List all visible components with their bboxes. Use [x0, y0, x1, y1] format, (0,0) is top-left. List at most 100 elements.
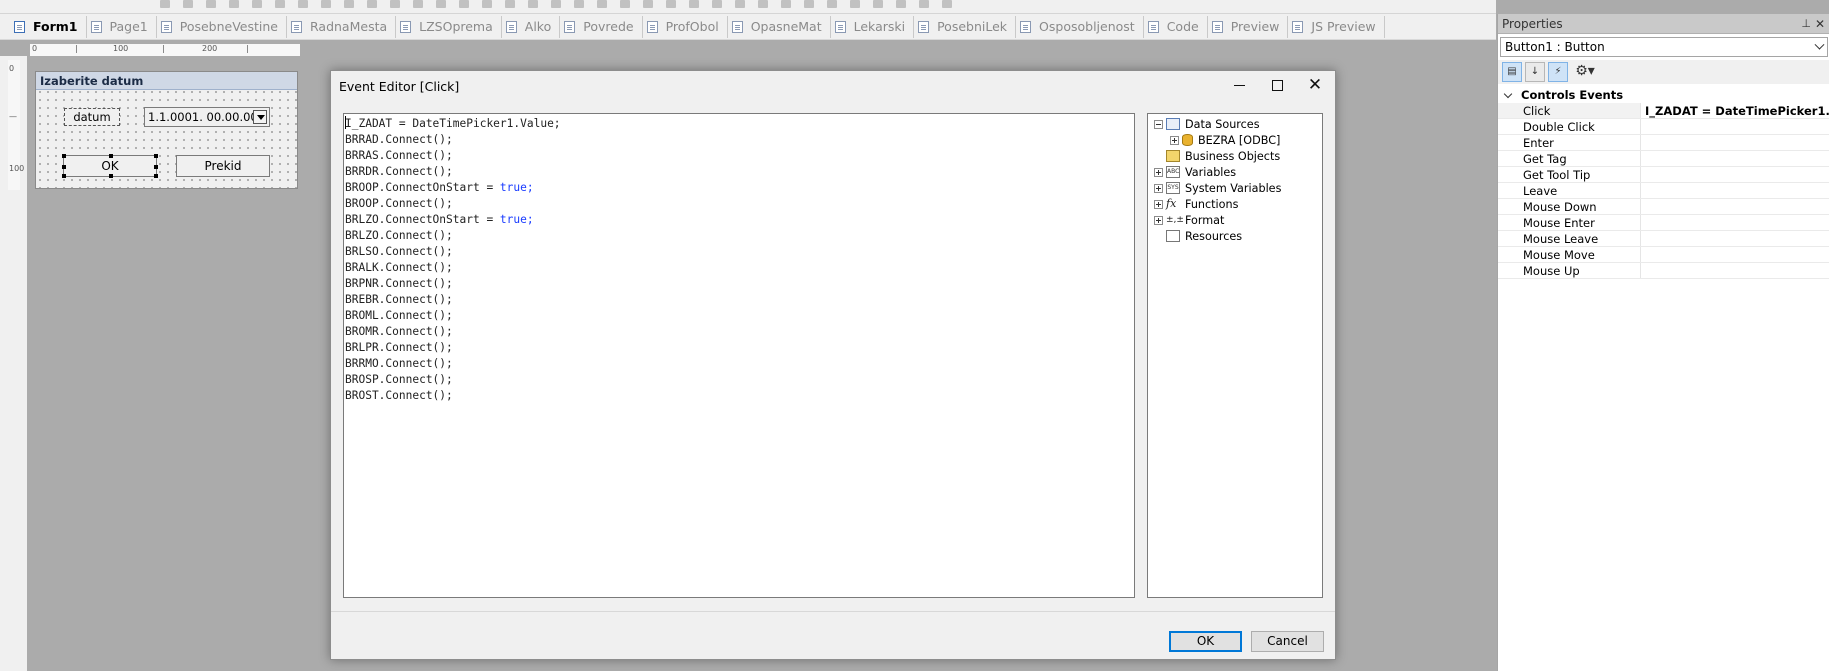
toolbar-icon[interactable]	[413, 0, 423, 8]
tree-node-resources[interactable]: Resources	[1148, 228, 1322, 244]
toolbar-icon[interactable]	[827, 0, 837, 8]
toolbar-icon[interactable]	[620, 0, 630, 8]
property-row-mouse-down[interactable]: Mouse Down	[1498, 199, 1829, 215]
toolbar-icon[interactable]	[206, 0, 216, 8]
property-row-enter[interactable]: Enter	[1498, 135, 1829, 151]
toolbar-icon[interactable]	[689, 0, 699, 8]
property-row-mouse-leave[interactable]: Mouse Leave	[1498, 231, 1829, 247]
toolbar-icon[interactable]	[298, 0, 308, 8]
property-row-mouse-enter[interactable]: Mouse Enter	[1498, 215, 1829, 231]
toolbar-icon[interactable]	[229, 0, 239, 8]
property-value[interactable]	[1641, 263, 1829, 278]
toolbar-icon[interactable]	[459, 0, 469, 8]
toolbar-icon[interactable]	[505, 0, 515, 8]
dropdown-arrow-icon[interactable]	[253, 110, 267, 124]
maximize-button[interactable]	[1263, 75, 1291, 97]
toolbar-icon[interactable]	[482, 0, 492, 8]
toolbar-icon[interactable]	[344, 0, 354, 8]
tab-posebnilek[interactable]: PosebniLek	[914, 15, 1017, 38]
sort-alphabetical-icon[interactable]: ↓	[1525, 62, 1545, 82]
expand-icon[interactable]	[1170, 135, 1179, 145]
property-row-leave[interactable]: Leave	[1498, 183, 1829, 199]
object-selector[interactable]: Button1 : Button	[1500, 37, 1828, 57]
property-value[interactable]	[1641, 247, 1829, 262]
toolbar-icon[interactable]	[758, 0, 768, 8]
tree-node-bezra-odbc[interactable]: BEZRA [ODBC]	[1148, 132, 1322, 148]
property-value[interactable]	[1641, 119, 1829, 134]
toolbar-icon[interactable]	[850, 0, 860, 8]
selection-handle[interactable]	[109, 174, 113, 178]
tree-node-functions[interactable]: fx Functions	[1148, 196, 1322, 212]
property-row-get-tool-tip[interactable]: Get Tool Tip	[1498, 167, 1829, 183]
toolbar-icon[interactable]	[712, 0, 722, 8]
property-value[interactable]	[1641, 167, 1829, 182]
tab-page1[interactable]: Page1	[87, 15, 157, 38]
selection-handle[interactable]	[154, 174, 158, 178]
tree-node-business-objects[interactable]: Business Objects	[1148, 148, 1322, 164]
property-value[interactable]: I_ZADAT = DateTimePicker1.Valu	[1641, 103, 1829, 118]
form-cancel-button[interactable]: Prekid	[176, 155, 270, 177]
tree-node-data-sources[interactable]: Data Sources	[1148, 116, 1322, 132]
property-value[interactable]	[1641, 151, 1829, 166]
tab-lzsoprema[interactable]: LZSOprema	[396, 15, 502, 38]
toolbar-icon[interactable]	[528, 0, 538, 8]
toolbar-icon[interactable]	[735, 0, 745, 8]
gear-icon[interactable]: ⚙▾	[1571, 62, 1599, 82]
events-category[interactable]: Controls Events	[1498, 87, 1829, 103]
toolbar-icon[interactable]	[574, 0, 584, 8]
toolbar-icon[interactable]	[896, 0, 906, 8]
property-row-mouse-move[interactable]: Mouse Move	[1498, 247, 1829, 263]
collapse-icon[interactable]	[1154, 119, 1163, 129]
property-value[interactable]	[1641, 199, 1829, 214]
toolbar-icon[interactable]	[183, 0, 193, 8]
toolbar-icon[interactable]	[275, 0, 285, 8]
property-value[interactable]	[1641, 215, 1829, 230]
close-icon[interactable]: ✕	[1815, 14, 1825, 34]
toolbar-icon[interactable]	[942, 0, 952, 8]
tab-radnamesta[interactable]: RadnaMesta	[287, 15, 397, 38]
tab-osposobljenost[interactable]: Osposobljenost	[1016, 15, 1144, 38]
form-ok-button[interactable]: OK	[62, 154, 158, 178]
toolbar-icon[interactable]	[781, 0, 791, 8]
toolbar-icon[interactable]	[252, 0, 262, 8]
minimize-button[interactable]	[1225, 75, 1253, 97]
selection-handle[interactable]	[62, 174, 66, 178]
dictionary-tree[interactable]: Data Sources BEZRA [ODBC] Business Objects…	[1147, 113, 1323, 598]
selection-handle[interactable]	[62, 154, 66, 158]
property-row-get-tag[interactable]: Get Tag	[1498, 151, 1829, 167]
property-value[interactable]	[1641, 183, 1829, 198]
selection-handle[interactable]	[109, 154, 113, 158]
pin-icon[interactable]: ⊥	[1801, 14, 1811, 34]
toolbar-icon[interactable]	[321, 0, 331, 8]
toolbar-icon[interactable]	[804, 0, 814, 8]
toolbar-icon[interactable]	[367, 0, 377, 8]
tab-alko[interactable]: Alko	[502, 15, 561, 38]
toolbar-icon[interactable]	[160, 0, 170, 8]
tab-lekarski[interactable]: Lekarski	[831, 15, 915, 38]
expand-icon[interactable]	[1154, 183, 1163, 193]
dialog-cancel-button[interactable]: Cancel	[1251, 631, 1324, 652]
tab-opasnemat[interactable]: OpasneMat	[728, 15, 831, 38]
property-row-double-click[interactable]: Double Click	[1498, 119, 1829, 135]
design-form[interactable]: Izaberite datum datum 1.1.0001. 00.00.00…	[35, 71, 298, 189]
code-editor[interactable]: I_ZADAT = DateTimePicker1.Value; BRRAD.Co…	[343, 113, 1135, 598]
tab-code[interactable]: Code	[1144, 15, 1208, 38]
tree-node-system-variables[interactable]: SYS System Variables	[1148, 180, 1322, 196]
date-time-picker[interactable]: 1.1.0001. 00.00.00	[144, 107, 270, 127]
expand-icon[interactable]	[1154, 167, 1163, 177]
toolbar-icon[interactable]	[873, 0, 883, 8]
selection-handle[interactable]	[62, 165, 66, 169]
toolbar-icon[interactable]	[436, 0, 446, 8]
toolbar-icon[interactable]	[597, 0, 607, 8]
property-value[interactable]	[1641, 231, 1829, 246]
tree-node-variables[interactable]: ABC Variables	[1148, 164, 1322, 180]
tab-posebnevestine[interactable]: PosebneVestine	[157, 15, 287, 38]
expand-icon[interactable]	[1154, 199, 1163, 209]
tab-preview[interactable]: Preview	[1208, 15, 1289, 38]
selection-handle[interactable]	[154, 154, 158, 158]
datum-label[interactable]: datum	[64, 108, 120, 126]
tab-profobol[interactable]: ProfObol	[643, 15, 728, 38]
property-row-click[interactable]: ClickI_ZADAT = DateTimePicker1.Valu	[1498, 103, 1829, 119]
tab-js-preview[interactable]: JS Preview	[1288, 15, 1385, 38]
toolbar-icon[interactable]	[666, 0, 676, 8]
